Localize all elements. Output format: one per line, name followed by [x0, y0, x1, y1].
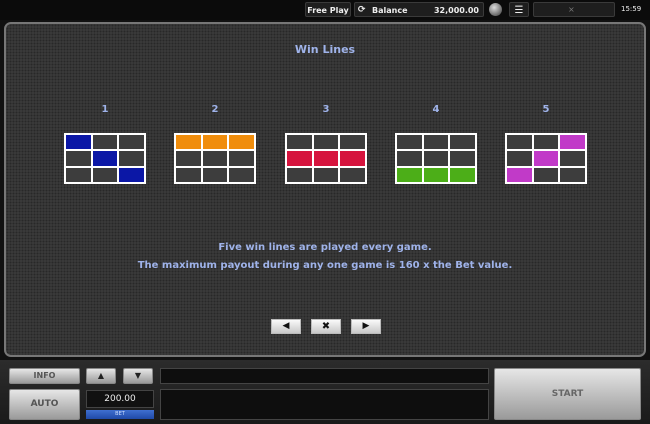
grid-cell	[176, 151, 201, 166]
win-line-grid	[395, 133, 477, 184]
win-line-grid	[64, 133, 146, 184]
grid-cell	[423, 135, 449, 150]
grid-cell-active	[66, 135, 91, 150]
next-page-button[interactable]: ▶	[351, 319, 381, 334]
grid-cell	[92, 135, 118, 150]
grid-cell	[397, 151, 422, 166]
win-line-1: 1	[64, 104, 146, 184]
grid-cell	[92, 167, 118, 182]
free-play-label: Free Play	[305, 2, 351, 17]
grid-cell-active	[92, 151, 118, 166]
grid-cell	[229, 151, 254, 166]
win-line-number: 3	[322, 104, 330, 115]
grid-cell-active	[340, 151, 365, 166]
grid-cell	[533, 167, 559, 182]
grid-cell	[202, 167, 228, 182]
auto-button[interactable]: AUTO	[9, 389, 80, 420]
grid-cell	[450, 151, 475, 166]
win-line-grid	[174, 133, 256, 184]
bet-value: 200.00	[86, 390, 154, 408]
grid-cell	[450, 135, 475, 150]
grid-cell	[287, 167, 312, 182]
grid-cell-active	[119, 167, 144, 182]
refresh-icon[interactable]: ⟳	[358, 3, 366, 18]
balance-label: Balance	[372, 6, 408, 15]
grid-cell	[397, 135, 422, 150]
grid-cell-active	[397, 167, 422, 182]
win-line-number: 4	[432, 104, 440, 115]
grid-cell-active	[423, 167, 449, 182]
win-line-2: 2	[174, 104, 256, 184]
win-line-5: 5	[505, 104, 587, 184]
win-line-number: 2	[211, 104, 219, 115]
grid-cell	[507, 151, 532, 166]
grid-cell	[423, 151, 449, 166]
grid-cell	[340, 167, 365, 182]
bet-increase-button[interactable]: ▲	[86, 368, 116, 384]
bet-label: BET	[86, 410, 154, 419]
grid-cell-active	[287, 151, 312, 166]
message-field-top	[160, 368, 489, 384]
grid-cell-active	[176, 135, 201, 150]
grid-cell	[202, 151, 228, 166]
win-line-number: 1	[101, 104, 109, 115]
balance-display: ⟳ Balance 32,000.00	[354, 2, 484, 17]
grid-cell	[229, 167, 254, 182]
win-line-grid	[505, 133, 587, 184]
previous-page-button[interactable]: ◀	[271, 319, 301, 334]
control-bar: INFO AUTO ▲ ▼ 200.00 BET START	[0, 360, 650, 424]
grid-cell-active	[450, 167, 475, 182]
description-line-1: Five win lines are played every game.	[218, 242, 432, 253]
close-info-button[interactable]: ✖	[311, 319, 341, 334]
win-line-3: 3	[285, 104, 367, 184]
grid-cell-active	[229, 135, 254, 150]
top-bar: Free Play ⟳ Balance 32,000.00 ☰ × 15:59	[0, 0, 650, 20]
start-button[interactable]: START	[494, 368, 641, 420]
grid-cell-active	[202, 135, 228, 150]
description-line-2: The maximum payout during any one game i…	[137, 260, 513, 271]
message-field-bottom	[160, 389, 489, 420]
grid-cell	[66, 151, 91, 166]
grid-cell-active	[313, 151, 339, 166]
win-line-grid	[285, 133, 367, 184]
grid-cell-active	[507, 167, 532, 182]
grid-cell	[66, 167, 91, 182]
info-button[interactable]: INFO	[9, 368, 80, 384]
grid-cell	[507, 135, 532, 150]
win-lines-panel: Win Lines 1 2 3 4 5 Five win lines are playe…	[4, 22, 646, 357]
clock: 15:59	[621, 5, 642, 13]
grid-cell-active	[560, 135, 585, 150]
grid-cell	[119, 135, 144, 150]
bet-decrease-button[interactable]: ▼	[123, 368, 153, 384]
grid-cell	[560, 151, 585, 166]
sound-icon[interactable]	[489, 3, 502, 16]
page-title: Win Lines	[294, 43, 356, 56]
grid-cell	[533, 135, 559, 150]
grid-cell-active	[533, 151, 559, 166]
grid-cell	[313, 135, 339, 150]
grid-cell	[313, 167, 339, 182]
balance-value: 32,000.00	[433, 6, 479, 15]
grid-cell	[176, 167, 201, 182]
grid-cell	[287, 135, 312, 150]
menu-icon[interactable]: ☰	[509, 2, 529, 17]
win-line-4: 4	[395, 104, 477, 184]
grid-cell	[119, 151, 144, 166]
close-icon[interactable]: ×	[568, 2, 575, 17]
win-line-number: 5	[542, 104, 550, 115]
grid-cell	[340, 135, 365, 150]
grid-cell	[560, 167, 585, 182]
